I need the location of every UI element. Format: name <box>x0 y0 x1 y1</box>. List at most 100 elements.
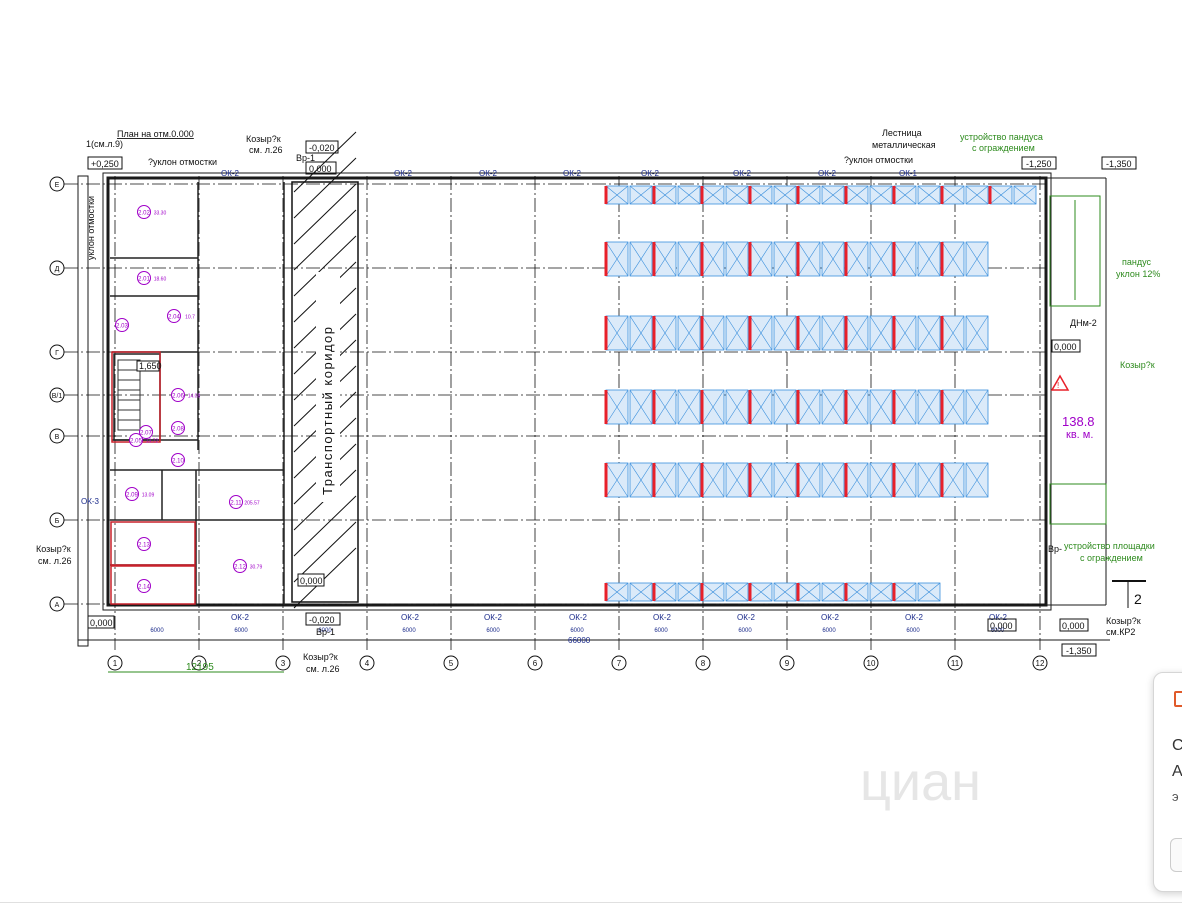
dnm-door: ДНм-2 <box>1070 318 1097 328</box>
axis-label: 7 <box>617 659 622 668</box>
axis-label: 11 <box>951 659 960 668</box>
svg-text:14.08: 14.08 <box>188 394 201 400</box>
toast-subtitle: А <box>1172 763 1182 780</box>
svg-text:2.13: 2.13 <box>138 543 150 549</box>
dimension-total: 66000 <box>568 636 591 645</box>
dimension-label: 6000 <box>822 628 836 634</box>
elevation-mark: 0,000 <box>1051 339 1081 353</box>
gate-bottom: Вр-1 <box>316 627 335 637</box>
slope-top-left: ?уклон отмостки <box>148 157 217 167</box>
canopy-left-ref: см. л.26 <box>38 556 71 566</box>
window-label-bottom: ОК-2 <box>484 613 503 622</box>
canopy-right-bottom-ref: см.КР2 <box>1106 627 1135 637</box>
room-tag: 2.07 <box>139 425 153 439</box>
elevation-mark: -1,350 <box>1061 643 1097 657</box>
ramp-device-1: устройство пандуса <box>960 132 1043 142</box>
svg-text:10.7: 10.7 <box>185 315 195 321</box>
floor-plan-drawing: циан План на отм.0.000 1(см.л.9) Козыр?к… <box>36 128 1160 812</box>
axis-label: Д <box>55 266 60 273</box>
toast-title: С <box>1172 737 1182 754</box>
rack-row <box>604 389 989 425</box>
canopy-right: Козыр?к <box>1120 360 1155 370</box>
window-ok3: ОК-3 <box>81 497 100 506</box>
corridor-elevation: 0,000 <box>300 576 323 586</box>
elevation-mark: +0,250 <box>87 156 123 170</box>
svg-text:2.08: 2.08 <box>172 427 184 433</box>
axis-label: В/1 <box>52 393 63 400</box>
ramp-device-2: с ограждением <box>972 143 1035 153</box>
window-label-top: ОК-1 <box>899 169 918 178</box>
axis-label: 8 <box>701 659 706 668</box>
axis-label: 12 <box>1036 659 1045 668</box>
svg-text:2.12: 2.12 <box>234 565 246 571</box>
svg-text:2.04: 2.04 <box>168 315 180 321</box>
area-unit: кв. м. <box>1066 429 1093 441</box>
rack-row <box>604 582 941 602</box>
window-label-top: ОК-2 <box>818 169 837 178</box>
rack-row <box>604 315 989 351</box>
elevation-mark: 0,000 <box>987 618 1017 632</box>
svg-text:0,000: 0,000 <box>1062 621 1085 631</box>
stair-label-1: Лестница <box>882 128 922 138</box>
plan-title: План на отм.0.000 <box>117 129 194 139</box>
window-label-top: ОК-2 <box>641 169 660 178</box>
dimension-label: 6000 <box>906 628 920 634</box>
sheet-ref-top: 1(см.л.9) <box>86 139 123 149</box>
svg-text:2.07: 2.07 <box>140 431 152 437</box>
window-label-bottom: ОК-2 <box>653 613 672 622</box>
room-tag: 2.01 18.60 <box>137 271 166 285</box>
axis-label: Б <box>55 518 60 525</box>
room-tag: 2.13 <box>137 537 151 551</box>
canopy-left: Козыр?к <box>36 544 71 554</box>
axis-label: В <box>55 434 60 441</box>
ramp-2: уклон 12% <box>1116 269 1160 279</box>
page-divider <box>0 902 1182 903</box>
canopy-bottom-ref: см. л.26 <box>306 664 339 674</box>
elevation-mark: -1,250 <box>1021 156 1057 170</box>
window-label-top: ОК-2 <box>733 169 752 178</box>
svg-text:2.10: 2.10 <box>172 459 184 465</box>
axis-label: 10 <box>867 659 876 668</box>
notification-card[interactable]: С А э <box>1153 672 1182 892</box>
canopy-right-bottom: Козыр?к <box>1106 616 1141 626</box>
svg-text:2.05: 2.05 <box>130 439 142 445</box>
platform-1: устройство площадки <box>1064 541 1155 551</box>
stair-label-2: металлическая <box>872 140 936 150</box>
svg-text:0,000: 0,000 <box>1054 342 1077 352</box>
room-tag: 2.08 <box>171 421 185 435</box>
toast-button[interactable] <box>1170 838 1182 872</box>
axis-label: 1 <box>113 659 118 668</box>
svg-text:+0,250: +0,250 <box>91 159 119 169</box>
axis-label: Е <box>55 182 60 189</box>
canopy-bottom: Козыр?к <box>303 652 338 662</box>
window-label-top: ОК-2 <box>479 169 498 178</box>
rack-row <box>604 241 989 277</box>
axis-label: 4 <box>365 659 370 668</box>
elevation-mark: 0,000 <box>87 615 115 629</box>
section-mark: 2 <box>1134 591 1142 607</box>
svg-text:0,000: 0,000 <box>90 618 113 628</box>
svg-text:2.06: 2.06 <box>172 394 184 400</box>
dimension-label: 6000 <box>654 628 668 634</box>
storage-racks <box>604 185 1037 602</box>
axis-label: 6 <box>533 659 538 668</box>
window-label-bottom: ОК-2 <box>737 613 756 622</box>
svg-text:-1,250: -1,250 <box>1026 159 1052 169</box>
svg-text:-0,020: -0,020 <box>309 615 335 625</box>
warning-icon: ! <box>1050 374 1070 391</box>
svg-text:-0,020: -0,020 <box>309 143 335 153</box>
axis-label: 3 <box>281 659 286 668</box>
window-label-bottom: ОК-2 <box>821 613 840 622</box>
room-tag: 2.02 33.30 <box>137 205 166 219</box>
slope-left: уклон отмостки <box>86 196 96 260</box>
dimension-label: 6000 <box>402 628 416 634</box>
svg-text:13.72: 13.72 <box>146 439 159 445</box>
window-label-top: ОК-2 <box>221 169 240 178</box>
svg-text:2.09: 2.09 <box>126 493 138 499</box>
elevation-mark: 0,000 <box>1059 618 1089 632</box>
transport-corridor: Транспортный коридор 0,000 <box>291 131 359 609</box>
room-tag: 2.03 <box>115 318 129 332</box>
canopy-top-ref: см. л.26 <box>249 145 282 155</box>
slope-top-mid: ?уклон отмостки <box>844 155 913 165</box>
cian-logo-icon <box>1174 691 1182 707</box>
